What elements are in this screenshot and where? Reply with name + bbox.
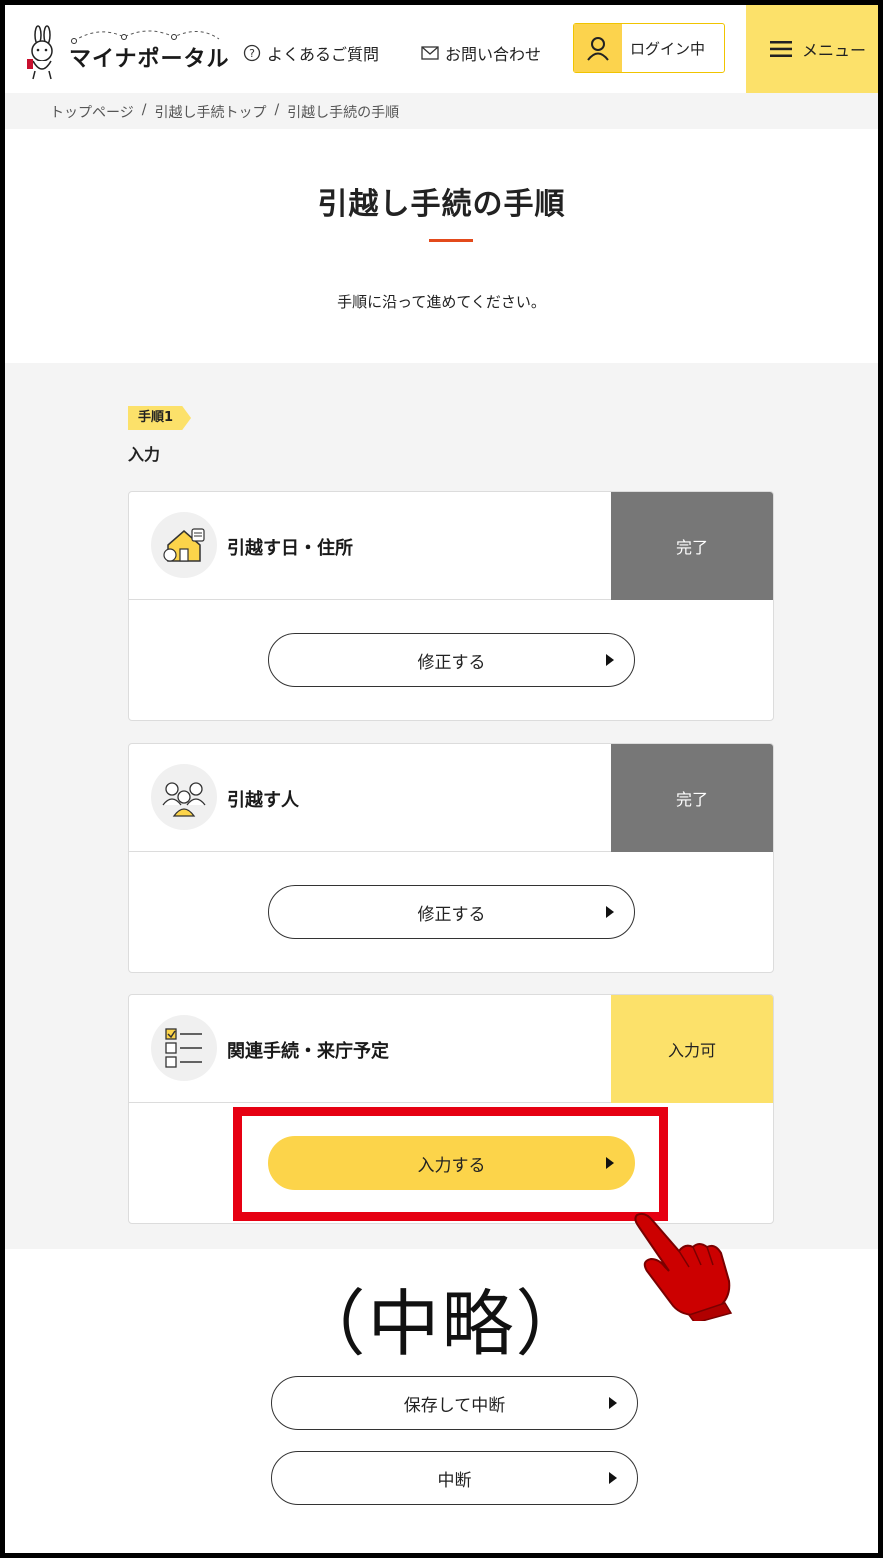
suspend-label: 中断 xyxy=(437,1470,472,1491)
mail-icon xyxy=(421,46,439,60)
edit-button-label: 修正する xyxy=(417,904,486,925)
breadcrumb-item-current: 引越し手続の手順 xyxy=(287,105,400,121)
play-arrow-icon xyxy=(606,906,614,918)
card-header: 引越す日・住所 完了 xyxy=(129,492,773,600)
question-circle-icon: ? xyxy=(243,44,261,62)
breadcrumb-item-top[interactable]: トップページ xyxy=(50,102,134,129)
play-arrow-icon xyxy=(609,1472,617,1484)
menu-button[interactable]: メニュー xyxy=(746,5,878,93)
edit-button[interactable]: 修正する xyxy=(268,633,635,687)
site-header: マイナポータル ? よくあるご質問 お問い合わせ ログイン中 メニュー xyxy=(5,5,878,93)
checklist-icon xyxy=(165,1028,202,1068)
login-label: ログイン中 xyxy=(630,39,706,58)
title-section: 引越し手続の手順 手順に沿って進めてください。 xyxy=(5,129,878,363)
breadcrumb-separator: / xyxy=(274,102,280,118)
hamburger-icon xyxy=(770,41,792,57)
card-label: 引越す日・住所 xyxy=(227,538,353,559)
svg-text:?: ? xyxy=(249,47,255,60)
edit-button[interactable]: 修正する xyxy=(268,885,635,939)
card-icon-circle xyxy=(151,512,217,578)
status-badge: 入力可 xyxy=(611,995,773,1103)
contact-label: お問い合わせ xyxy=(445,45,542,64)
procedure-card-address: 引越す日・住所 完了 修正する xyxy=(128,491,774,721)
title-underline xyxy=(429,239,473,242)
page-title: 引越し手続の手順 xyxy=(317,187,566,222)
omitted-annotation: （中略） xyxy=(293,1282,590,1366)
card-label: 引越す人 xyxy=(227,790,299,811)
card-icon-circle xyxy=(151,1015,217,1081)
breadcrumb-separator: / xyxy=(141,102,147,118)
play-arrow-icon xyxy=(606,654,614,666)
people-icon xyxy=(162,782,206,817)
step-badge: 手順1 xyxy=(128,406,192,430)
save-and-suspend-label: 保存して中断 xyxy=(403,1395,506,1416)
save-and-suspend-button[interactable]: 保存して中断 xyxy=(271,1376,638,1430)
faq-link[interactable]: ? よくあるご質問 xyxy=(243,41,379,65)
play-arrow-icon xyxy=(609,1397,617,1409)
faq-label: よくあるご質問 xyxy=(267,45,380,64)
page-subtitle: 手順に沿って進めてください。 xyxy=(337,293,546,311)
status-badge: 完了 xyxy=(611,744,773,852)
user-icon xyxy=(587,37,609,61)
breadcrumb-item-moving-top[interactable]: 引越し手続トップ xyxy=(154,102,266,129)
logo-text: マイナポータル xyxy=(69,47,230,72)
suspend-button[interactable]: 中断 xyxy=(271,1451,638,1505)
card-label: 関連手続・来庁予定 xyxy=(227,1041,389,1062)
highlight-box xyxy=(233,1107,668,1221)
house-address-icon xyxy=(163,528,205,562)
login-status-button[interactable]: ログイン中 xyxy=(573,23,725,73)
rabbit-mascot-icon xyxy=(27,25,53,80)
card-header: 引越す人 完了 xyxy=(129,744,773,852)
breadcrumb: トップページ / 引越し手続トップ / 引越し手続の手順 xyxy=(5,93,878,129)
step-label: 入力 xyxy=(128,445,161,464)
screenshot-frame: マイナポータル ? よくあるご質問 お問い合わせ ログイン中 メニュー トップペ… xyxy=(0,0,883,1558)
login-icon-box xyxy=(574,24,622,72)
site-logo[interactable]: マイナポータル xyxy=(23,25,233,81)
contact-link[interactable]: お問い合わせ xyxy=(421,41,541,65)
edit-button-label: 修正する xyxy=(417,652,486,673)
menu-label: メニュー xyxy=(802,41,867,60)
card-icon-circle xyxy=(151,764,217,830)
status-badge: 完了 xyxy=(611,492,773,600)
card-header: 関連手続・来庁予定 入力可 xyxy=(129,995,773,1103)
procedure-card-people: 引越す人 完了 修正する xyxy=(128,743,774,973)
